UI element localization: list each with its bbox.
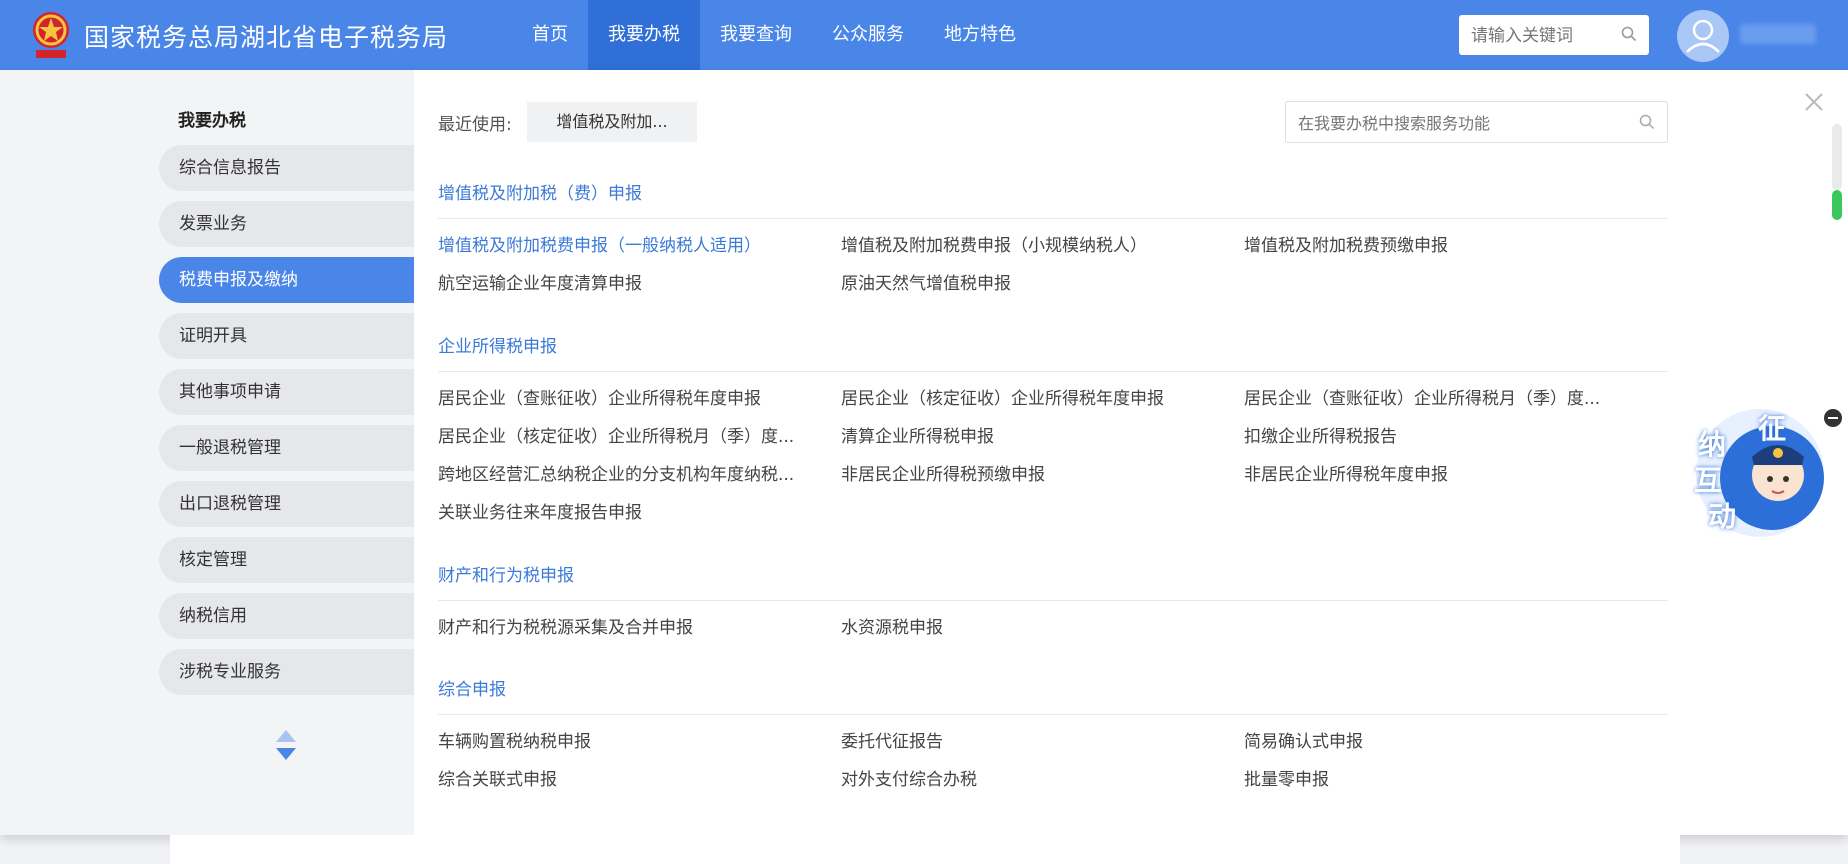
service-link[interactable]: 扣缴企业所得税报告 — [1244, 422, 1647, 452]
section-vat: 增值税及附加税（费）申报 增值税及附加税费申报（一般纳税人适用） 增值税及附加税… — [438, 180, 1668, 299]
user-avatar[interactable] — [1677, 10, 1729, 62]
service-link[interactable]: 车辆购置税纳税申报 — [438, 727, 841, 757]
service-link[interactable]: 综合关联式申报 — [438, 765, 841, 795]
sidebar-item-tax-credit[interactable]: 纳税信用 — [159, 593, 414, 639]
sidebar-item-assessment[interactable]: 核定管理 — [159, 537, 414, 583]
interaction-assistant-widget[interactable]: 征 纳 互 动 — [1690, 403, 1830, 543]
service-link[interactable]: 对外支付综合办税 — [841, 765, 1244, 795]
service-link[interactable]: 委托代征报告 — [841, 727, 1244, 757]
page-content-strip — [170, 835, 1680, 864]
top-header: 国家税务总局湖北省电子税务局 首页 我要办税 我要查询 公众服务 地方特色 — [0, 0, 1848, 70]
service-link[interactable]: 居民企业（核定征收）企业所得税月（季）度... — [438, 422, 841, 452]
scrollbar-thumb[interactable] — [1832, 190, 1842, 220]
section-corporate-income-tax: 企业所得税申报 居民企业（查账征收）企业所得税年度申报 居民企业（核定征收）企业… — [438, 333, 1668, 528]
site-title: 国家税务总局湖北省电子税务局 — [84, 23, 449, 52]
service-link[interactable]: 原油天然气增值税申报 — [841, 269, 1244, 299]
search-icon[interactable] — [1621, 26, 1637, 42]
nav-home[interactable]: 首页 — [512, 0, 588, 70]
service-link[interactable]: 简易确认式申报 — [1244, 727, 1647, 757]
search-icon[interactable] — [1639, 114, 1655, 130]
sidebar-item-other-applications[interactable]: 其他事项申请 — [159, 369, 414, 415]
service-link[interactable]: 水资源税申报 — [841, 613, 1244, 643]
service-link[interactable]: 航空运输企业年度清算申报 — [438, 269, 841, 299]
service-search-input[interactable] — [1296, 111, 1630, 135]
sidebar-item-professional-services[interactable]: 涉税专业服务 — [159, 649, 414, 695]
service-link[interactable]: 居民企业（核定征收）企业所得税年度申报 — [841, 384, 1244, 414]
service-link[interactable]: 居民企业（查账征收）企业所得税年度申报 — [438, 384, 841, 414]
close-icon[interactable] — [1803, 91, 1825, 113]
section-title: 综合申报 — [438, 676, 1668, 715]
service-link[interactable]: 跨地区经营汇总纳税企业的分支机构年度纳税... — [438, 460, 841, 490]
username-redacted[interactable] — [1740, 24, 1816, 44]
sidebar-item-tax-declaration[interactable]: 税费申报及缴纳 — [159, 257, 414, 303]
tax-services-panel: 我要办税 综合信息报告 发票业务 税费申报及缴纳 证明开具 其他事项申请 一般退… — [0, 70, 1848, 835]
nav-tax-handling[interactable]: 我要办税 — [588, 0, 700, 70]
section-title: 财产和行为税申报 — [438, 562, 1668, 601]
recent-item-chip[interactable]: 增值税及附加... — [527, 102, 697, 142]
section-property-behavior-tax: 财产和行为税申报 财产和行为税税源采集及合并申报 水资源税申报 — [438, 562, 1668, 643]
section-comprehensive: 综合申报 车辆购置税纳税申报 委托代征报告 简易确认式申报 综合关联式申报 对外… — [438, 676, 1668, 795]
section-title: 企业所得税申报 — [438, 333, 1668, 372]
scroll-arrows-icon[interactable] — [274, 728, 298, 762]
national-emblem-icon — [33, 12, 69, 58]
service-link[interactable]: 批量零申报 — [1244, 765, 1647, 795]
sidebar-item-certificate[interactable]: 证明开具 — [159, 313, 414, 359]
main-nav: 首页 我要办税 我要查询 公众服务 地方特色 — [512, 0, 1036, 70]
widget-minimize-button[interactable] — [1824, 409, 1842, 427]
nav-public-service[interactable]: 公众服务 — [812, 0, 924, 70]
service-link[interactable]: 增值税及附加税费预缴申报 — [1244, 231, 1647, 261]
service-link[interactable]: 增值税及附加税费申报（一般纳税人适用） — [438, 231, 841, 261]
scrollbar-track[interactable] — [1832, 124, 1842, 190]
recent-label: 最近使用: — [438, 115, 512, 135]
service-link[interactable]: 非居民企业所得税预缴申报 — [841, 460, 1244, 490]
sidebar-list: 综合信息报告 发票业务 税费申报及缴纳 证明开具 其他事项申请 一般退税管理 出… — [159, 145, 414, 705]
sidebar: 我要办税 综合信息报告 发票业务 税费申报及缴纳 证明开具 其他事项申请 一般退… — [0, 70, 414, 835]
section-title: 增值税及附加税（费）申报 — [438, 180, 1668, 219]
sidebar-title: 我要办税 — [178, 111, 246, 131]
service-search-box — [1285, 101, 1668, 143]
header-search-input[interactable] — [1469, 23, 1613, 49]
service-link[interactable]: 财产和行为税税源采集及合并申报 — [438, 613, 841, 643]
badge-char: 互 — [1694, 464, 1723, 497]
nav-query[interactable]: 我要查询 — [700, 0, 812, 70]
main-content: 最近使用: 增值税及附加... 增值税及附加税（费）申报 增值税及附加税费申报（… — [414, 70, 1848, 835]
sidebar-item-invoice[interactable]: 发票业务 — [159, 201, 414, 247]
user-icon — [1686, 19, 1720, 53]
service-link[interactable]: 居民企业（查账征收）企业所得税月（季）度... — [1244, 384, 1647, 414]
nav-local-features[interactable]: 地方特色 — [924, 0, 1036, 70]
header-search-box — [1459, 15, 1649, 55]
sidebar-item-general-refund[interactable]: 一般退税管理 — [159, 425, 414, 471]
badge-char: 征 — [1758, 412, 1787, 445]
badge-char: 动 — [1708, 500, 1737, 533]
sidebar-item-info-report[interactable]: 综合信息报告 — [159, 145, 414, 191]
sidebar-item-export-refund[interactable]: 出口退税管理 — [159, 481, 414, 527]
service-link[interactable]: 关联业务往来年度报告申报 — [438, 498, 841, 528]
service-link[interactable]: 清算企业所得税申报 — [841, 422, 1244, 452]
badge-char: 纳 — [1698, 428, 1727, 461]
service-link[interactable]: 非居民企业所得税年度申报 — [1244, 460, 1647, 490]
service-link[interactable]: 增值税及附加税费申报（小规模纳税人） — [841, 231, 1244, 261]
